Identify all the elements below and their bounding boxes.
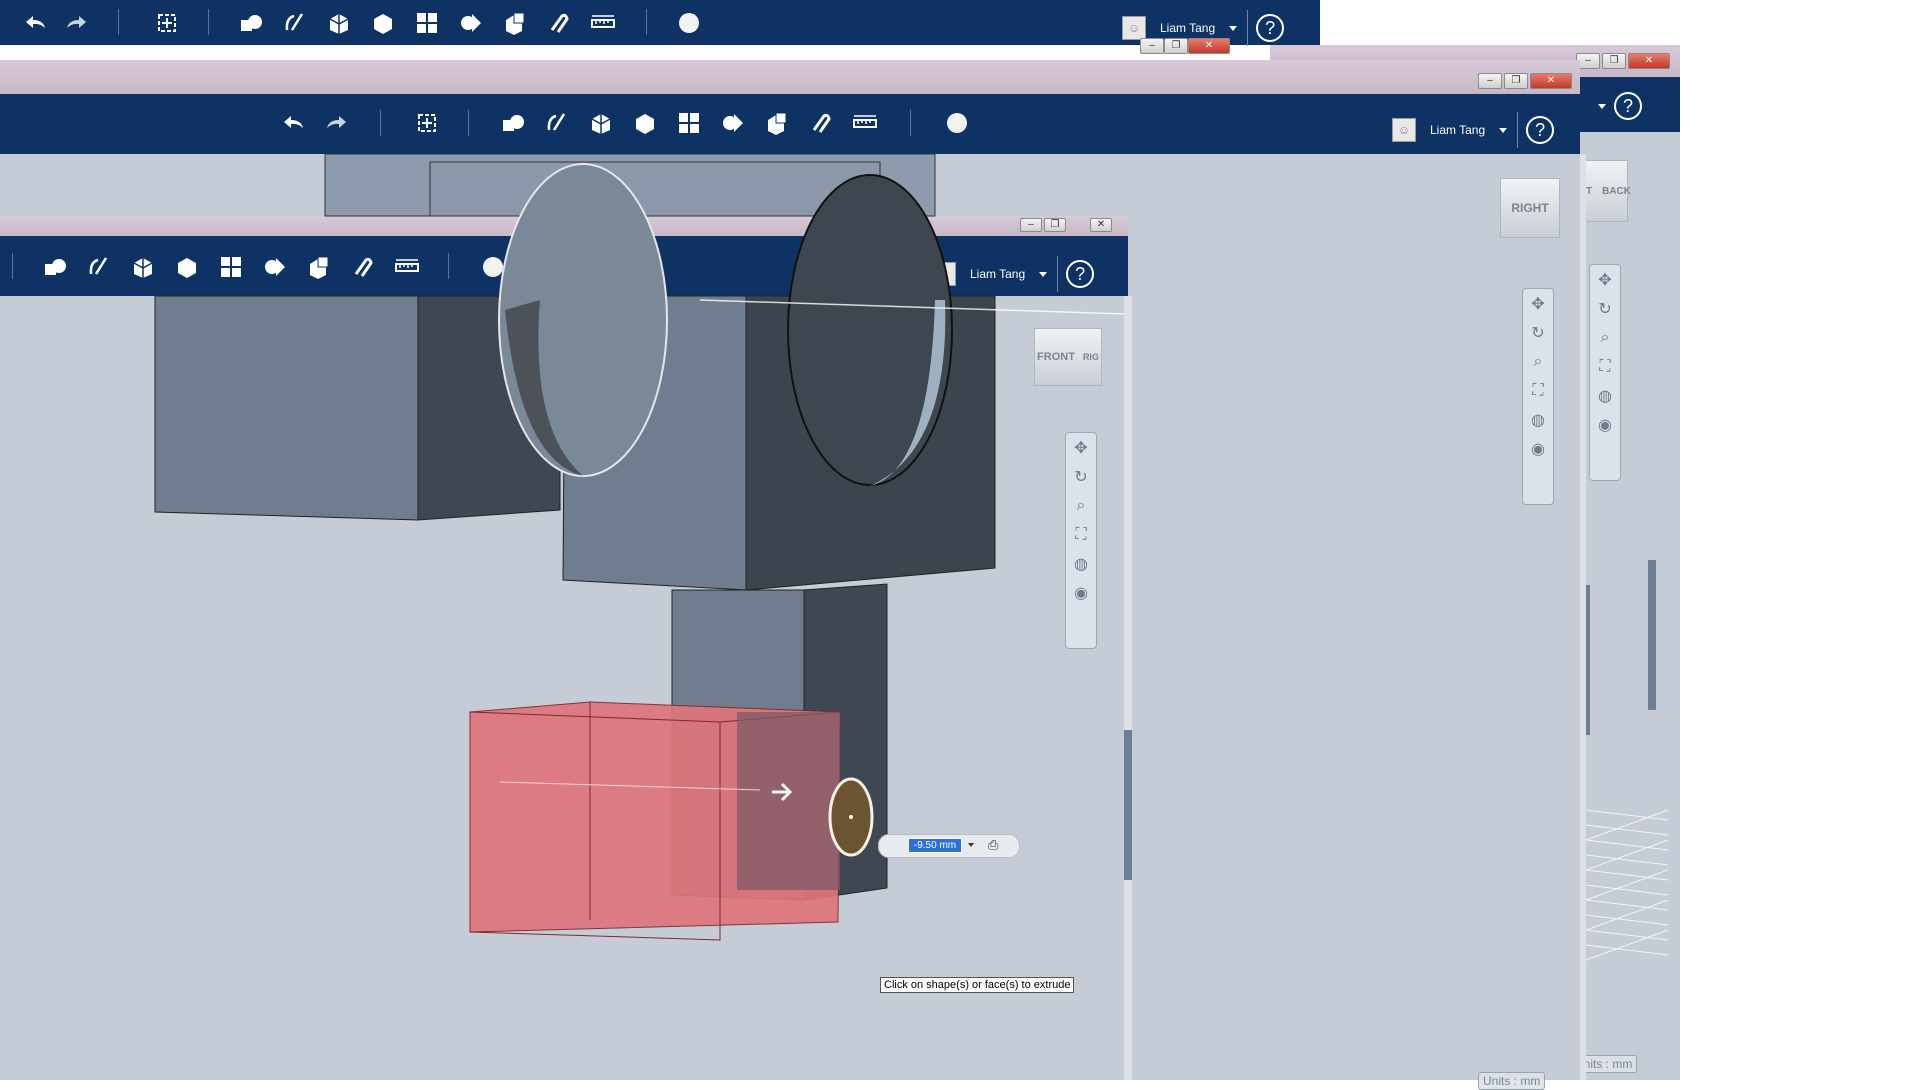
material-sphere-icon[interactable]	[674, 8, 704, 38]
extrude-hint-tooltip: Click on shape(s) or face(s) to extrude	[880, 977, 1075, 993]
user-name: Liam Tang	[1430, 123, 1486, 137]
back-window-grid	[1586, 809, 1668, 961]
zoom-icon[interactable]: ⌕	[1590, 323, 1620, 352]
material-sphere-icon[interactable]	[942, 108, 972, 138]
measure-icon[interactable]	[850, 108, 880, 138]
sketch-icon[interactable]	[280, 8, 310, 38]
viewcube-back-label: BACK	[1602, 185, 1631, 197]
back-window-navigation-bar: ✥ ↻ ⌕ ⛶ ◍ ◉	[1589, 264, 1621, 481]
top-window-close-button[interactable]: ✕	[1188, 38, 1230, 54]
viewcube-front-label: FRONT	[1037, 351, 1075, 363]
active-window-viewcube[interactable]: FRONT RIG	[1034, 328, 1102, 386]
material-icon[interactable]: ◍	[1066, 549, 1096, 578]
snap-magnet-icon[interactable]	[806, 108, 836, 138]
back-window-close-button[interactable]: ✕	[1628, 53, 1670, 69]
viewcube-right-label: RIG	[1082, 352, 1099, 362]
zoom-icon[interactable]: ⌕	[1523, 347, 1553, 376]
combine-icon[interactable]	[762, 108, 792, 138]
combine-icon[interactable]	[500, 8, 530, 38]
extrude-distance-input[interactable]: -9.50 mm	[908, 838, 962, 853]
primitives-icon[interactable]	[236, 8, 266, 38]
toolbar-separator	[646, 9, 647, 35]
measure-icon[interactable]	[588, 8, 618, 38]
pattern-icon[interactable]	[674, 108, 704, 138]
chevron-down-icon[interactable]	[1229, 25, 1238, 31]
visibility-eye-icon[interactable]: ◉	[1590, 410, 1620, 439]
fit-icon[interactable]: ⛶	[1590, 352, 1620, 381]
pan-icon[interactable]: ✥	[1523, 289, 1553, 318]
undo-icon[interactable]	[20, 8, 50, 38]
toolbar-separator	[208, 9, 209, 35]
sketch-icon[interactable]	[542, 108, 572, 138]
mid-window-restore-button[interactable]: ❐	[1504, 73, 1528, 89]
pan-icon[interactable]: ✥	[1066, 433, 1096, 462]
toolbar-separator	[1247, 10, 1249, 46]
pattern-icon[interactable]	[412, 8, 442, 38]
mid-window-navigation-bar: ✥ ↻ ⌕ ⛶ ◍ ◉	[1522, 288, 1554, 505]
top-window-restore-button[interactable]: ❐	[1164, 38, 1188, 54]
chevron-down-icon[interactable]	[968, 843, 974, 847]
zoom-icon[interactable]: ⌕	[1066, 491, 1096, 520]
construct-icon[interactable]	[586, 108, 616, 138]
pan-icon[interactable]: ✥	[1590, 265, 1620, 294]
fit-icon[interactable]: ⛶	[1523, 376, 1553, 405]
group-icon[interactable]	[456, 8, 486, 38]
back-window-user-caret[interactable]	[1598, 104, 1606, 109]
mid-window-viewcube[interactable]: RIGHT	[1500, 178, 1560, 238]
active-window-edge	[1124, 296, 1132, 1080]
extrude-options-icon[interactable]: ⎙	[988, 837, 1010, 853]
toolbar-separator	[380, 110, 381, 136]
active-window-navigation-bar: ✥ ↻ ⌕ ⛶ ◍ ◉	[1065, 432, 1097, 649]
mid-window-minimize-button[interactable]: –	[1478, 73, 1502, 89]
top-window-minimize-button[interactable]: –	[1140, 38, 1164, 54]
visibility-eye-icon[interactable]: ◉	[1066, 578, 1096, 607]
active-window-scroll-handle[interactable]	[1124, 730, 1132, 880]
viewport-3d-scene[interactable]	[0, 154, 1128, 1080]
visibility-eye-icon[interactable]: ◉	[1523, 434, 1553, 463]
redo-icon[interactable]	[322, 108, 352, 138]
back-window-help-button[interactable]: ?	[1614, 92, 1642, 120]
back-window-scroll-handle[interactable]	[1648, 560, 1656, 710]
snap-icon[interactable]	[412, 108, 442, 138]
mid-window-close-button[interactable]: ✕	[1530, 73, 1572, 89]
undo-icon[interactable]	[278, 108, 308, 138]
avatar: ☺	[1122, 16, 1146, 40]
mid-window-units-label: Units : mm	[1478, 1072, 1546, 1090]
redo-icon[interactable]	[62, 8, 92, 38]
orbit-icon[interactable]: ↻	[1590, 294, 1620, 323]
chevron-down-icon[interactable]	[1499, 127, 1508, 133]
help-button[interactable]: ?	[1526, 116, 1555, 144]
viewcube-right-label: RIGHT	[1511, 201, 1549, 215]
snap-magnet-icon[interactable]	[544, 8, 574, 38]
toolbar-separator	[1517, 112, 1519, 148]
primitives-icon[interactable]	[498, 108, 528, 138]
modify-icon[interactable]	[368, 8, 398, 38]
fit-icon[interactable]: ⛶	[1066, 520, 1096, 549]
back-window-restore-button[interactable]: ❐	[1602, 53, 1626, 69]
construct-icon[interactable]	[324, 8, 354, 38]
orbit-icon[interactable]: ↻	[1523, 318, 1553, 347]
orbit-icon[interactable]: ↻	[1066, 462, 1096, 491]
snap-icon[interactable]	[152, 8, 182, 38]
user-name: Liam Tang	[1160, 21, 1216, 35]
mid-window-user-menu[interactable]: ☺ Liam Tang ?	[1392, 112, 1555, 148]
material-icon[interactable]: ◍	[1523, 405, 1553, 434]
toolbar-separator	[910, 110, 911, 136]
toolbar-separator	[118, 9, 119, 35]
mid-window-titlebar	[0, 60, 1580, 94]
group-icon[interactable]	[718, 108, 748, 138]
material-icon[interactable]: ◍	[1590, 381, 1620, 410]
help-button[interactable]: ?	[1256, 14, 1285, 42]
toolbar-separator	[468, 110, 469, 136]
modify-icon[interactable]	[630, 108, 660, 138]
avatar: ☺	[1392, 118, 1416, 142]
